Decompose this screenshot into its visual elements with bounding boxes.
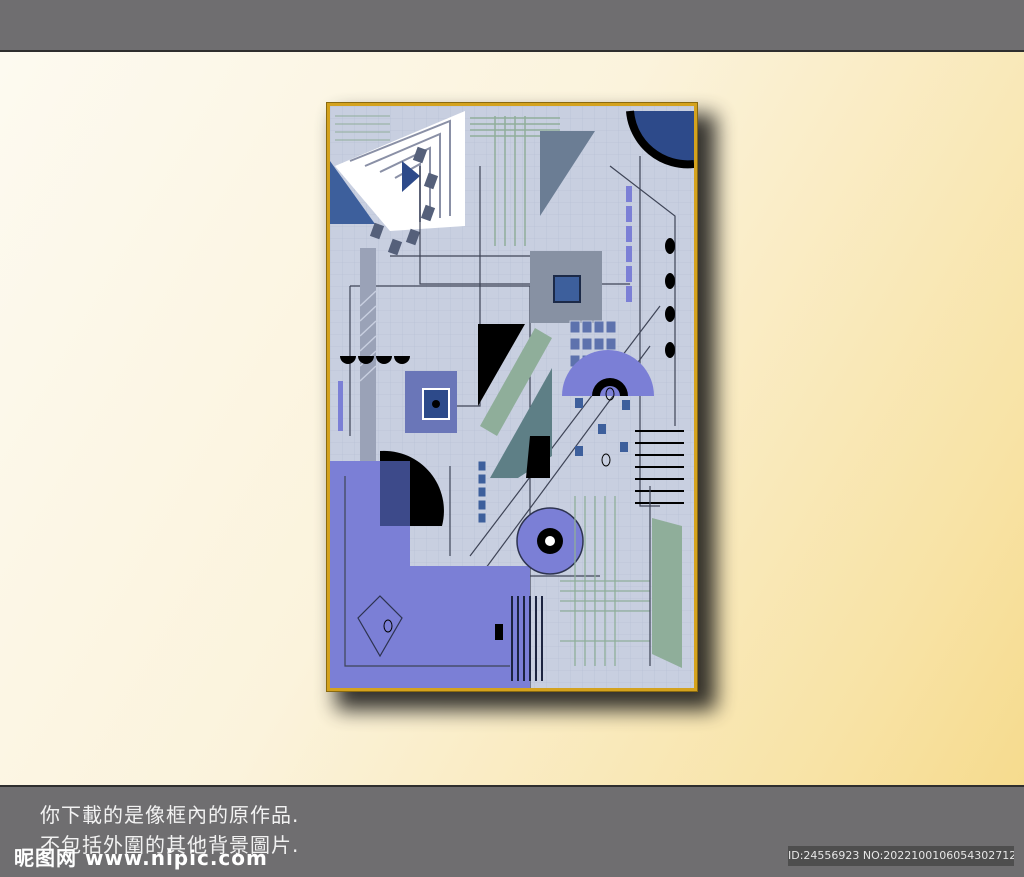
abstract-artwork	[330, 106, 694, 688]
black-dot	[432, 400, 440, 408]
black-small-rect	[495, 624, 503, 640]
artwork-canvas	[330, 106, 694, 688]
left-purple-strip	[338, 381, 343, 431]
notice-line-1: 你下載的是像框內的原作品.	[40, 803, 300, 827]
image-id-label: ID:24556923 NO:20221001060543027128	[788, 846, 1014, 866]
hatched-vertical-bar	[360, 248, 376, 496]
picture-frame	[326, 102, 698, 692]
black-wedge	[526, 436, 550, 478]
blue-center-square	[553, 275, 581, 303]
sage-parallelogram-right	[652, 518, 682, 668]
top-band	[0, 0, 1024, 52]
navy-strip	[380, 461, 410, 526]
small-blue-column	[477, 460, 487, 524]
target-center	[545, 536, 555, 546]
site-watermark: 昵图网 www.nipic.com	[14, 846, 268, 870]
